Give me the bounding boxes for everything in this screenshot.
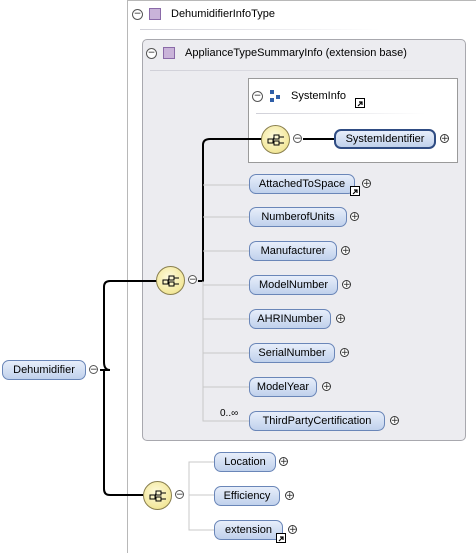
element-system-identifier[interactable]: SystemIdentifier xyxy=(334,129,436,149)
element-dehumidifier[interactable]: Dehumidifier xyxy=(2,360,86,380)
expand-icon[interactable]: + xyxy=(288,525,297,535)
expand-icon[interactable]: + xyxy=(341,246,350,256)
element-label: Dehumidifier xyxy=(13,364,75,376)
element-model-number[interactable]: ModelNumber xyxy=(249,275,338,295)
element-location[interactable]: Location xyxy=(214,452,276,472)
expand-icon[interactable]: + xyxy=(340,348,349,358)
sequence-collapse-icon[interactable]: − xyxy=(188,275,197,285)
element-manufacturer[interactable]: Manufacturer xyxy=(249,241,337,261)
sequence-compositor-icon[interactable] xyxy=(143,481,172,510)
element-serial-number[interactable]: SerialNumber xyxy=(249,343,335,363)
root-collapse-icon[interactable]: − xyxy=(89,365,98,375)
expand-icon[interactable]: + xyxy=(350,212,359,222)
expand-icon[interactable]: + xyxy=(440,134,449,144)
element-numberof-units[interactable]: NumberofUnits xyxy=(249,207,347,227)
element-label: ModelNumber xyxy=(258,279,329,291)
element-label: SystemIdentifier xyxy=(345,133,425,145)
element-label: extension xyxy=(224,524,273,536)
expand-icon[interactable]: + xyxy=(285,491,294,501)
element-label: AHRINumber xyxy=(257,313,323,325)
element-efficiency[interactable]: Efficiency xyxy=(214,486,280,506)
element-label: Manufacturer xyxy=(260,245,326,257)
sequence-compositor-icon[interactable] xyxy=(156,266,185,295)
expand-icon[interactable]: + xyxy=(342,280,351,290)
element-label: ModelYear xyxy=(256,381,310,393)
reference-arrow-icon xyxy=(276,533,286,543)
element-label: NumberofUnits xyxy=(261,211,335,223)
element-extension[interactable]: extension xyxy=(214,520,283,540)
element-label: AttachedToSpace xyxy=(258,178,346,190)
expand-icon[interactable]: + xyxy=(322,382,331,392)
expand-icon[interactable]: + xyxy=(362,179,371,189)
cardinality-label: 0..∞ xyxy=(220,408,239,419)
reference-arrow-icon xyxy=(350,186,360,196)
expand-icon[interactable]: + xyxy=(336,314,345,324)
element-label: SerialNumber xyxy=(258,347,326,359)
element-label: Efficiency xyxy=(223,490,271,502)
expand-icon[interactable]: + xyxy=(390,416,399,426)
element-attached-to-space[interactable]: AttachedToSpace xyxy=(249,174,355,194)
sequence-collapse-icon[interactable]: − xyxy=(175,490,184,500)
element-ahri-number[interactable]: AHRINumber xyxy=(249,309,331,329)
expand-icon[interactable]: + xyxy=(279,457,288,467)
element-label: Location xyxy=(224,456,266,468)
element-third-party-certification[interactable]: ThirdPartyCertification xyxy=(249,411,385,431)
element-model-year[interactable]: ModelYear xyxy=(249,377,317,397)
sequence-collapse-icon[interactable]: − xyxy=(293,134,302,144)
element-label: ThirdPartyCertification xyxy=(262,415,372,427)
sequence-compositor-icon[interactable] xyxy=(261,125,290,154)
